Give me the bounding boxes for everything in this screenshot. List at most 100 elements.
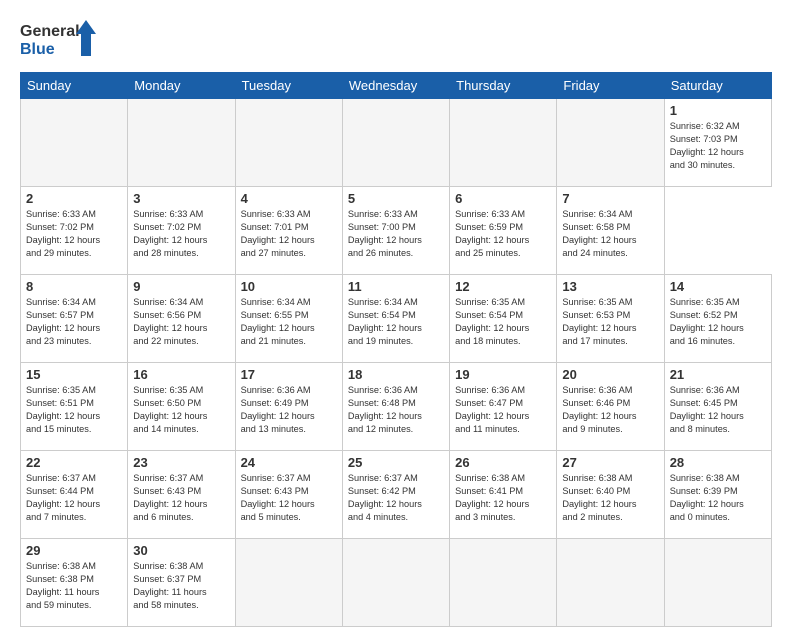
day-info: Sunrise: 6:36 AM Sunset: 6:45 PM Dayligh… [670, 384, 766, 436]
calendar-cell [557, 539, 664, 627]
day-number: 17 [241, 367, 337, 382]
day-number: 9 [133, 279, 229, 294]
day-number: 10 [241, 279, 337, 294]
day-number: 19 [455, 367, 551, 382]
calendar-cell [128, 99, 235, 187]
svg-text:General: General [20, 23, 80, 40]
col-wednesday: Wednesday [342, 73, 449, 99]
day-number: 24 [241, 455, 337, 470]
day-info: Sunrise: 6:34 AM Sunset: 6:54 PM Dayligh… [348, 296, 444, 348]
day-info: Sunrise: 6:36 AM Sunset: 6:46 PM Dayligh… [562, 384, 658, 436]
calendar-cell [235, 99, 342, 187]
day-info: Sunrise: 6:34 AM Sunset: 6:55 PM Dayligh… [241, 296, 337, 348]
col-saturday: Saturday [664, 73, 771, 99]
day-number: 5 [348, 191, 444, 206]
calendar-cell: 23Sunrise: 6:37 AM Sunset: 6:43 PM Dayli… [128, 451, 235, 539]
svg-text:Blue: Blue [20, 41, 55, 58]
calendar-cell: 24Sunrise: 6:37 AM Sunset: 6:43 PM Dayli… [235, 451, 342, 539]
day-number: 25 [348, 455, 444, 470]
day-info: Sunrise: 6:38 AM Sunset: 6:39 PM Dayligh… [670, 472, 766, 524]
week-row-0: 1 Sunrise: 6:32 AM Sunset: 7:03 PM Daylig… [21, 99, 772, 187]
day-number: 22 [26, 455, 122, 470]
calendar-cell: 14 Sunrise: 6:35 AM Sunset: 6:52 PM Dayli… [664, 275, 771, 363]
day-info: Sunrise: 6:38 AM Sunset: 6:41 PM Dayligh… [455, 472, 551, 524]
calendar-cell: 13 Sunrise: 6:35 AM Sunset: 6:53 PM Dayli… [557, 275, 664, 363]
calendar-cell: 21Sunrise: 6:36 AM Sunset: 6:45 PM Dayli… [664, 363, 771, 451]
calendar-cell: 16Sunrise: 6:35 AM Sunset: 6:50 PM Dayli… [128, 363, 235, 451]
col-friday: Friday [557, 73, 664, 99]
calendar-cell [235, 539, 342, 627]
week-row-1: 2 Sunrise: 6:33 AM Sunset: 7:02 PM Daylig… [21, 187, 772, 275]
calendar-cell: 6Sunrise: 6:33 AM Sunset: 6:59 PM Daylig… [450, 187, 557, 275]
calendar-cell: 27 Sunrise: 6:38 AM Sunset: 6:40 PM Dayli… [557, 451, 664, 539]
calendar-cell: 26Sunrise: 6:38 AM Sunset: 6:41 PM Dayli… [450, 451, 557, 539]
day-info: Sunrise: 6:33 AM Sunset: 7:02 PM Dayligh… [133, 208, 229, 260]
calendar-cell: 22 Sunrise: 6:37 AM Sunset: 6:44 PM Dayli… [21, 451, 128, 539]
day-number: 20 [562, 367, 658, 382]
calendar-cell: 15 Sunrise: 6:35 AM Sunset: 6:51 PM Dayli… [21, 363, 128, 451]
day-info: Sunrise: 6:36 AM Sunset: 6:48 PM Dayligh… [348, 384, 444, 436]
calendar-cell: 18Sunrise: 6:36 AM Sunset: 6:48 PM Dayli… [342, 363, 449, 451]
calendar-cell [21, 99, 128, 187]
day-info: Sunrise: 6:34 AM Sunset: 6:56 PM Dayligh… [133, 296, 229, 348]
day-number: 15 [26, 367, 122, 382]
calendar-table: Sunday Monday Tuesday Wednesday Thursday… [20, 72, 772, 627]
day-info: Sunrise: 6:35 AM Sunset: 6:50 PM Dayligh… [133, 384, 229, 436]
day-number: 3 [133, 191, 229, 206]
day-number: 13 [562, 279, 658, 294]
calendar-cell [450, 99, 557, 187]
day-info: Sunrise: 6:35 AM Sunset: 6:51 PM Dayligh… [26, 384, 122, 436]
calendar-cell: 29 Sunrise: 6:38 AM Sunset: 6:38 PM Dayli… [21, 539, 128, 627]
day-number: 11 [348, 279, 444, 294]
calendar-cell [557, 99, 664, 187]
calendar-cell [450, 539, 557, 627]
day-info: Sunrise: 6:37 AM Sunset: 6:43 PM Dayligh… [133, 472, 229, 524]
week-row-5: 29 Sunrise: 6:38 AM Sunset: 6:38 PM Dayli… [21, 539, 772, 627]
day-info: Sunrise: 6:36 AM Sunset: 6:47 PM Dayligh… [455, 384, 551, 436]
calendar-cell: 11 Sunrise: 6:34 AM Sunset: 6:54 PM Dayli… [342, 275, 449, 363]
day-number: 29 [26, 543, 122, 558]
day-info: Sunrise: 6:35 AM Sunset: 6:53 PM Dayligh… [562, 296, 658, 348]
day-info: Sunrise: 6:32 AM Sunset: 7:03 PM Dayligh… [670, 120, 766, 172]
day-info: Sunrise: 6:38 AM Sunset: 6:38 PM Dayligh… [26, 560, 122, 612]
day-info: Sunrise: 6:37 AM Sunset: 6:44 PM Dayligh… [26, 472, 122, 524]
day-info: Sunrise: 6:34 AM Sunset: 6:58 PM Dayligh… [562, 208, 658, 260]
calendar-cell: 10 Sunrise: 6:34 AM Sunset: 6:55 PM Dayli… [235, 275, 342, 363]
day-number: 28 [670, 455, 766, 470]
day-number: 4 [241, 191, 337, 206]
calendar-cell: 20 Sunrise: 6:36 AM Sunset: 6:46 PM Dayli… [557, 363, 664, 451]
day-info: Sunrise: 6:38 AM Sunset: 6:40 PM Dayligh… [562, 472, 658, 524]
calendar-cell: 12Sunrise: 6:35 AM Sunset: 6:54 PM Dayli… [450, 275, 557, 363]
day-info: Sunrise: 6:33 AM Sunset: 7:01 PM Dayligh… [241, 208, 337, 260]
header-row: Sunday Monday Tuesday Wednesday Thursday… [21, 73, 772, 99]
page: General Blue Sunday Monday Tuesday Wedne… [0, 0, 792, 612]
day-number: 30 [133, 543, 229, 558]
day-info: Sunrise: 6:38 AM Sunset: 6:37 PM Dayligh… [133, 560, 229, 612]
day-info: Sunrise: 6:36 AM Sunset: 6:49 PM Dayligh… [241, 384, 337, 436]
day-number: 14 [670, 279, 766, 294]
calendar-cell: 2Sunrise: 6:33 AM Sunset: 7:02 PM Daylig… [21, 187, 128, 275]
calendar-cell: 9 Sunrise: 6:34 AM Sunset: 6:56 PM Daylig… [128, 275, 235, 363]
day-info: Sunrise: 6:35 AM Sunset: 6:52 PM Dayligh… [670, 296, 766, 348]
day-number: 2 [26, 191, 122, 206]
header: General Blue [20, 18, 772, 62]
week-row-3: 15 Sunrise: 6:35 AM Sunset: 6:51 PM Dayli… [21, 363, 772, 451]
col-sunday: Sunday [21, 73, 128, 99]
day-number: 12 [455, 279, 551, 294]
calendar-cell: 5Sunrise: 6:33 AM Sunset: 7:00 PM Daylig… [342, 187, 449, 275]
calendar-cell [342, 99, 449, 187]
day-number: 27 [562, 455, 658, 470]
calendar-cell: 19 Sunrise: 6:36 AM Sunset: 6:47 PM Dayli… [450, 363, 557, 451]
calendar-cell: 3 Sunrise: 6:33 AM Sunset: 7:02 PM Daylig… [128, 187, 235, 275]
week-row-4: 22 Sunrise: 6:37 AM Sunset: 6:44 PM Dayli… [21, 451, 772, 539]
calendar-cell [342, 539, 449, 627]
calendar-cell: 28 Sunrise: 6:38 AM Sunset: 6:39 PM Dayli… [664, 451, 771, 539]
col-tuesday: Tuesday [235, 73, 342, 99]
day-number: 1 [670, 103, 766, 118]
col-monday: Monday [128, 73, 235, 99]
calendar-cell: 17 Sunrise: 6:36 AM Sunset: 6:49 PM Dayli… [235, 363, 342, 451]
logo-svg: General Blue [20, 18, 100, 62]
week-row-2: 8Sunrise: 6:34 AM Sunset: 6:57 PM Daylig… [21, 275, 772, 363]
logo: General Blue [20, 18, 100, 62]
calendar-cell: 25Sunrise: 6:37 AM Sunset: 6:42 PM Dayli… [342, 451, 449, 539]
